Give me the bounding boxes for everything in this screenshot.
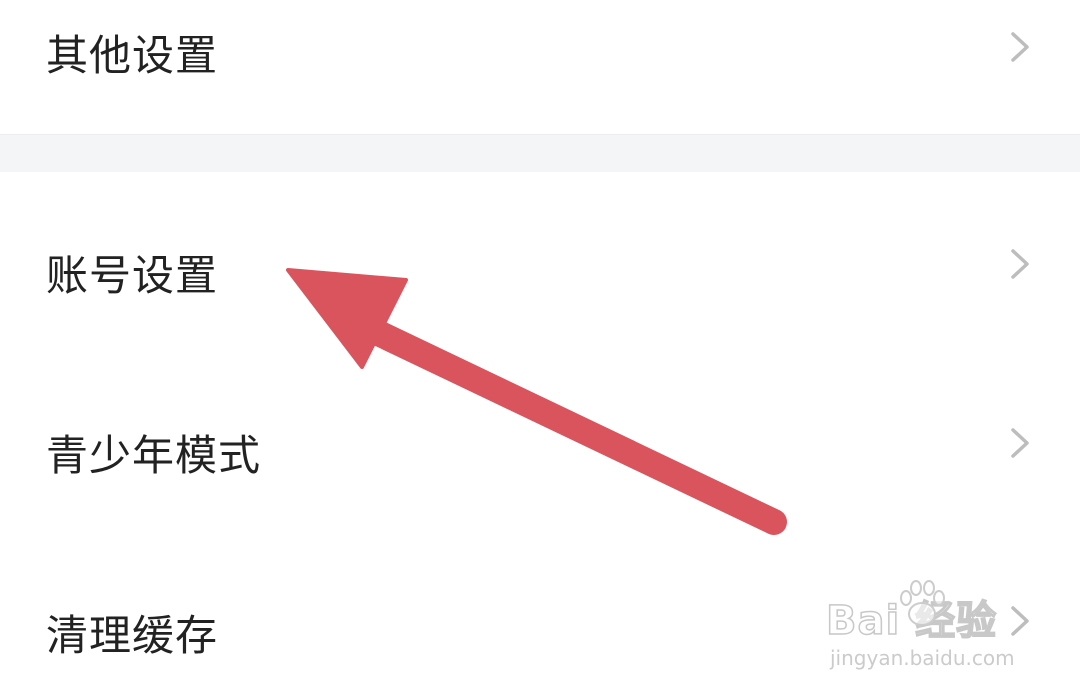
- settings-item-label: 清理缓存: [46, 611, 219, 660]
- settings-item-account[interactable]: 账号设置: [0, 172, 1080, 352]
- chevron-right-icon: [1011, 32, 1029, 62]
- chevron-right-icon: [1011, 249, 1029, 279]
- settings-item-label: 账号设置: [46, 251, 219, 300]
- settings-item-other[interactable]: 其他设置: [0, 0, 1080, 134]
- settings-item-label: 其他设置: [46, 31, 219, 80]
- section-divider: [0, 134, 1080, 173]
- chevron-right-icon: [1011, 428, 1029, 458]
- chevron-right-icon: [1011, 606, 1029, 636]
- settings-item-label: 青少年模式: [46, 431, 262, 480]
- settings-item-teen-mode[interactable]: 青少年模式: [0, 352, 1080, 532]
- settings-screen: 其他设置 账号设置 青少年模式 清理缓存 Bai 经验 jingyan.baid…: [0, 0, 1080, 696]
- settings-item-clear-cache[interactable]: 清理缓存: [0, 532, 1080, 696]
